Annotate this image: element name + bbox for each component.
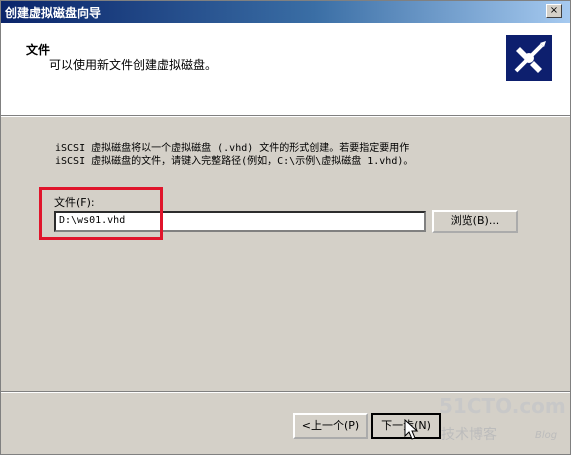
wizard-window: 创建虚拟磁盘向导 × 文件 可以使用新文件创建虚拟磁盘。 iSCSI 虚拟磁盘将… [0,0,571,455]
description-line-1: iSCSI 虚拟磁盘将以一个虚拟磁盘 (.vhd) 文件的形式创建。若要指定要用… [55,143,410,154]
window-title: 创建虚拟磁盘向导 [5,6,102,20]
watermark-main: 51CTO.com [439,394,566,418]
watermark-blog: Blog [535,430,558,441]
page-subtitle: 可以使用新文件创建虚拟磁盘。 [49,58,218,72]
description-text: iSCSI 虚拟磁盘将以一个虚拟磁盘 (.vhd) 文件的形式创建。若要指定要用… [55,142,413,168]
header-separator [1,115,570,117]
watermark-sub: 技术博客 [441,427,497,443]
previous-button[interactable]: <上一个(P) [293,413,368,439]
browse-button[interactable]: 浏览(B)... [432,210,518,233]
footer-separator [1,391,570,393]
title-bar[interactable]: 创建虚拟磁盘向导 × [1,1,570,23]
mouse-cursor-icon [404,419,419,440]
close-button[interactable]: × [546,4,562,18]
highlight-box [39,187,163,240]
page-title: 文件 [26,43,51,57]
description-line-2: iSCSI 虚拟磁盘的文件，请键入完整路径(例如，C:\示例\虚拟磁盘 1.vh… [55,156,414,167]
watermark: 51CTO.com 技术博客 Blog [439,394,569,454]
wizard-header: 文件 可以使用新文件创建虚拟磁盘。 [1,23,570,115]
wizard-logo-icon [506,35,552,81]
